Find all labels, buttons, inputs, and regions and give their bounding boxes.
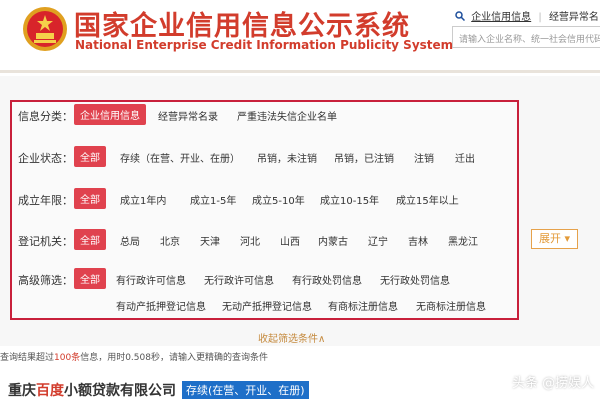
result-summary: 查询结果超过100条信息，用时0.508秒，请输入更精确的查询条件 (0, 350, 268, 363)
filter-option-has-penalty[interactable]: 有行政处罚信息 (292, 272, 362, 287)
result-count: 100条 (54, 353, 81, 363)
filter-option-authority-tianjin[interactable]: 天津 (200, 233, 220, 248)
filter-label-status: 企业状态： (18, 152, 73, 165)
filter-option-years-under-1[interactable]: 成立1年内 (120, 192, 166, 207)
link-enterprise-credit[interactable]: 企业信用信息 (471, 12, 531, 23)
company-name-highlight: 百度 (36, 383, 64, 399)
filter-option-years-5-10[interactable]: 成立5-10年 (252, 192, 305, 207)
link-abnormal-list[interactable]: 经营异常名 (549, 12, 599, 23)
company-name-part: 重庆 (8, 383, 36, 399)
filter-option-authority-general[interactable]: 总局 (120, 233, 140, 248)
filter-option-no-trademark[interactable]: 无商标注册信息 (416, 298, 486, 313)
link-separator: | (538, 12, 542, 23)
filter-option-authority-hebei[interactable]: 河北 (240, 233, 260, 248)
filter-option-authority-liaoning[interactable]: 辽宁 (368, 233, 388, 248)
filter-option-authority-beijing[interactable]: 北京 (160, 233, 180, 248)
filter-option-has-trademark[interactable]: 有商标注册信息 (328, 298, 398, 313)
filter-option-authority-jilin[interactable]: 吉林 (408, 233, 428, 248)
filter-option-status-all[interactable]: 全部 (74, 146, 106, 167)
watermark: 头条 @捞娱人 (512, 376, 595, 391)
site-subtitle: National Enterprise Credit Information P… (75, 38, 454, 52)
filter-option-status-cancelled[interactable]: 注销 (414, 150, 434, 165)
filter-option-enterprise-credit[interactable]: 企业信用信息 (74, 104, 146, 125)
filter-option-years-all[interactable]: 全部 (74, 188, 106, 209)
filter-option-years-over-15[interactable]: 成立15年以上 (396, 192, 459, 207)
filter-option-has-mortgage[interactable]: 有动产抵押登记信息 (116, 298, 206, 313)
filter-option-status-active[interactable]: 存续（在营、开业、在册） (120, 150, 240, 165)
filter-option-status-revoked-not-cancelled[interactable]: 吊销，未注销 (257, 150, 317, 165)
status-badge: 存续(在营、开业、在册) (182, 381, 309, 399)
filter-option-authority-all[interactable]: 全部 (74, 229, 106, 250)
filter-option-years-1-5[interactable]: 成立1-5年 (190, 192, 236, 207)
filter-row-authority: 登记机关： 全部 总局 北京 天津 河北 山西 内蒙古 辽宁 吉林 黑龙江 (12, 229, 517, 251)
result-company-name[interactable]: 重庆百度小额贷款有限公司 (8, 380, 176, 400)
filter-option-no-penalty[interactable]: 无行政处罚信息 (380, 272, 450, 287)
filter-option-no-mortgage[interactable]: 无动产抵押登记信息 (222, 298, 312, 313)
filter-option-serious-violation[interactable]: 严重违法失信企业名单 (237, 108, 337, 123)
filter-option-years-10-15[interactable]: 成立10-15年 (320, 192, 379, 207)
filter-row-status: 企业状态： 全部 存续（在营、开业、在册） 吊销，未注销 吊销，已注销 注销 迁… (12, 146, 517, 168)
filter-label-advanced: 高级筛选： (18, 274, 73, 287)
filter-label-years: 成立年限： (18, 194, 73, 207)
filter-option-has-license[interactable]: 有行政许可信息 (116, 272, 186, 287)
filter-option-no-license[interactable]: 无行政许可信息 (204, 272, 274, 287)
expand-button[interactable]: 展开 ▾ (531, 229, 578, 249)
header-divider (0, 70, 600, 73)
result-summary-prefix: 查询结果超过 (0, 353, 55, 363)
filter-box: 信息分类： 企业信用信息 经营异常名录 严重违法失信企业名单 企业状态： 全部 … (10, 100, 519, 320)
search-input[interactable]: 请输入企业名称、统一社会信用代码 (452, 26, 600, 48)
filter-label-category: 信息分类： (18, 110, 73, 123)
search-icon[interactable] (455, 11, 465, 21)
filter-option-authority-shanxi[interactable]: 山西 (280, 233, 300, 248)
filter-option-abnormal-list[interactable]: 经营异常名录 (158, 108, 218, 123)
filter-label-authority: 登记机关： (18, 235, 73, 248)
company-name-part: 小额贷款有限公司 (64, 383, 176, 399)
result-summary-suffix: 信息，用时0.508秒，请输入更精确的查询条件 (80, 353, 268, 363)
top-links: 企业信用信息 | 经营异常名 (455, 8, 599, 23)
filter-row-years: 成立年限： 全部 成立1年内 成立1-5年 成立5-10年 成立10-15年 成… (12, 188, 517, 210)
filter-option-authority-heilongjiang[interactable]: 黑龙江 (448, 233, 478, 248)
national-emblem-icon (23, 7, 67, 51)
filter-option-authority-inner-mongolia[interactable]: 内蒙古 (318, 233, 348, 248)
filter-row-advanced-continued: 有动产抵押登记信息 无动产抵押登记信息 有商标注册信息 无商标注册信息 (12, 294, 517, 316)
filter-option-status-revoked-cancelled[interactable]: 吊销，已注销 (334, 150, 394, 165)
filter-row-advanced: 高级筛选： 全部 有行政许可信息 无行政许可信息 有行政处罚信息 无行政处罚信息 (12, 268, 517, 290)
collapse-filters-link[interactable]: 收起筛选条件∧ (258, 330, 325, 345)
filter-option-advanced-all[interactable]: 全部 (74, 268, 106, 289)
site-header: 国家企业信用信息公示系统 National Enterprise Credit … (0, 0, 600, 62)
filter-row-category: 信息分类： 企业信用信息 经营异常名录 严重违法失信企业名单 (12, 104, 517, 126)
filter-option-status-moved-out[interactable]: 迁出 (455, 150, 475, 165)
